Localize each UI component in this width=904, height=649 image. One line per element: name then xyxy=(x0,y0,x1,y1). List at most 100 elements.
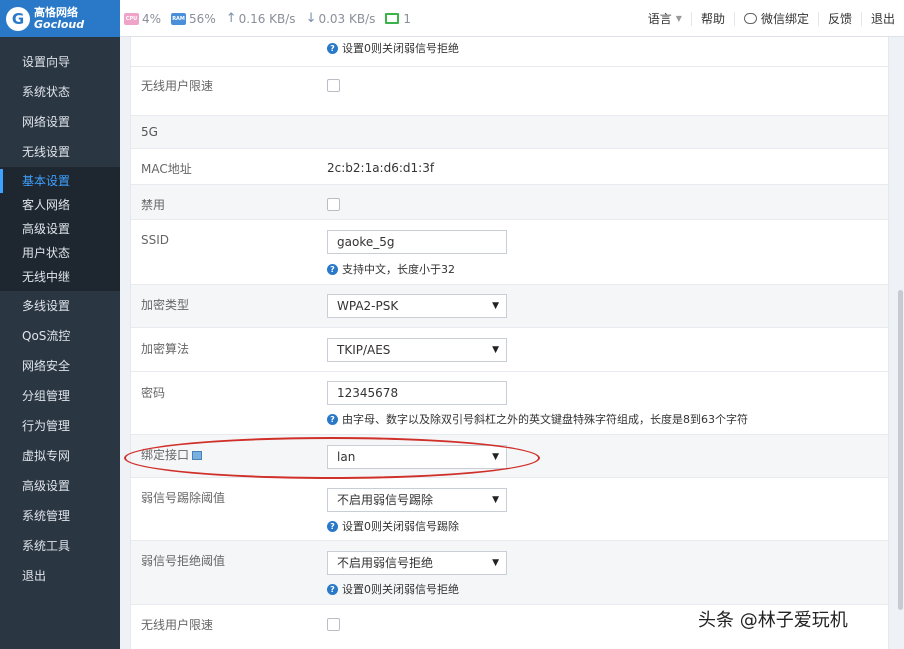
form-row-ssid: SSID gaoke_5g ? 支持中文，长度小于32 xyxy=(131,220,888,285)
upload-stat: ↑ 0.16 KB/s xyxy=(226,11,296,26)
encryption-type-label: 加密类型 xyxy=(141,298,190,312)
sidebar-item-network-security[interactable]: 网络安全 xyxy=(0,351,120,381)
help-icon: ? xyxy=(327,263,338,275)
wireless-submenu: 基本设置 客人网络 高级设置 用户状态 无线中继 xyxy=(0,167,120,291)
sidebar: 设置向导 系统状态 网络设置 无线设置 基本设置 客人网络 高级设置 用户状态 … xyxy=(0,37,120,649)
sidebar-subitem-advanced[interactable]: 高级设置 xyxy=(0,217,120,241)
help-icon: ? xyxy=(327,413,338,425)
ram-icon: RAM xyxy=(171,12,187,25)
cpu-icon: CPU xyxy=(124,12,139,25)
encryption-algorithm-select[interactable]: TKIP/AES ▼ xyxy=(327,338,507,362)
form-row-top-hint: ? 设置0则关闭弱信号拒绝 xyxy=(131,37,888,67)
disable-checkbox[interactable] xyxy=(327,198,340,211)
weak-signal-reject-label: 弱信号拒绝阈值 xyxy=(141,554,226,568)
disable-label: 禁用 xyxy=(141,198,166,212)
form-row-user-limit-1: 无线用户限速 xyxy=(131,67,888,116)
ram-value: 56% xyxy=(189,11,216,26)
chevron-down-icon: ▼ xyxy=(492,345,499,355)
chevron-down-icon: ▼ xyxy=(492,452,499,462)
help-icon: ? xyxy=(327,42,338,54)
mac-value: 2c:b2:1a:d6:d1:3f xyxy=(327,161,435,175)
sidebar-item-setup-wizard[interactable]: 设置向导 xyxy=(0,47,120,77)
cloud-logo-icon: G xyxy=(6,6,30,31)
sidebar-item-multi-wan[interactable]: 多线设置 xyxy=(0,291,120,321)
user-limit-checkbox[interactable] xyxy=(327,79,340,92)
sidebar-item-vpn[interactable]: 虚拟专网 xyxy=(0,441,120,471)
download-stat: ↓ 0.03 KB/s xyxy=(306,11,376,26)
sidebar-subitem-basic[interactable]: 基本设置 xyxy=(0,169,120,193)
weak-signal-kick-select[interactable]: 不启用弱信号踢除 ▼ xyxy=(327,488,507,512)
sidebar-item-system-tools[interactable]: 系统工具 xyxy=(0,531,120,561)
sidebar-subitem-user-status[interactable]: 用户状态 xyxy=(0,241,120,265)
system-stats: CPU 4% RAM 56% ↑ 0.16 KB/s ↓ 0.03 KB/s 1 xyxy=(124,0,421,37)
sidebar-subitem-guest[interactable]: 客人网络 xyxy=(0,193,120,217)
form-row-encryption-algorithm: 加密算法 TKIP/AES ▼ xyxy=(131,328,888,372)
encryption-algorithm-label: 加密算法 xyxy=(141,342,190,356)
watermark-text: 头条 @林子爱玩机 xyxy=(698,610,848,631)
ram-stat: RAM 56% xyxy=(171,12,216,26)
help-icon: ? xyxy=(327,520,338,532)
feedback-link[interactable]: 反馈 xyxy=(817,11,861,26)
help-icon: ? xyxy=(327,583,338,595)
cpu-stat: CPU 4% xyxy=(124,12,161,26)
language-menu[interactable]: 语言 ▼ xyxy=(639,12,691,26)
sidebar-subitem-repeater[interactable]: 无线中继 xyxy=(0,265,120,289)
brand-logo[interactable]: G 高恪网络 Gocloud xyxy=(0,0,120,37)
logout-link[interactable]: 退出 xyxy=(860,11,904,26)
form-row-weak-signal-reject: 弱信号拒绝阈值 不启用弱信号拒绝 ▼ ? 设置0则关闭弱信号拒绝 xyxy=(131,541,888,605)
sidebar-item-qos[interactable]: QoS流控 xyxy=(0,321,120,351)
monitor-icon xyxy=(385,13,400,24)
download-value: 0.03 KB/s xyxy=(318,11,376,26)
password-input[interactable]: 12345678 xyxy=(327,381,507,405)
help-link[interactable]: 帮助 xyxy=(690,11,734,26)
form-row-disable: 禁用 xyxy=(131,185,888,220)
bind-interface-select[interactable]: lan ▼ xyxy=(327,445,507,469)
section-5g-title: 5G xyxy=(141,125,158,139)
weak-signal-reject-select[interactable]: 不启用弱信号拒绝 ▼ xyxy=(327,551,507,575)
ssid-label: SSID xyxy=(141,233,170,247)
sidebar-item-system-management[interactable]: 系统管理 xyxy=(0,501,120,531)
sidebar-item-system-status[interactable]: 系统状态 xyxy=(0,77,120,107)
sidebar-item-advanced-settings[interactable]: 高级设置 xyxy=(0,471,120,501)
weak-signal-reject-hint: ? 设置0则关闭弱信号拒绝 xyxy=(327,581,459,597)
mac-label: MAC地址 xyxy=(141,162,192,176)
user-limit-label: 无线用户限速 xyxy=(141,79,214,93)
top-nav: 语言 ▼ 帮助 微信绑定 反馈 退出 xyxy=(639,0,904,37)
form-row-password: 密码 12345678 ? 由字母、数字以及除双引号斜杠之外的英文键盘特殊字符组… xyxy=(131,372,888,435)
main-content: ? 设置0则关闭弱信号拒绝 无线用户限速 5G MAC地址 2c:b2:1a:d… xyxy=(120,37,904,649)
password-hint: ? 由字母、数字以及除双引号斜杠之外的英文键盘特殊字符组成，长度是8到63个字符 xyxy=(327,411,748,427)
chevron-down-icon: ▼ xyxy=(492,301,499,311)
sidebar-item-group-management[interactable]: 分组管理 xyxy=(0,381,120,411)
chevron-down-icon: ▼ xyxy=(492,558,499,568)
upload-value: 0.16 KB/s xyxy=(238,11,296,26)
download-arrow-icon: ↓ xyxy=(305,11,317,26)
user-limit-checkbox-2[interactable] xyxy=(327,618,340,631)
upload-arrow-icon: ↑ xyxy=(225,11,237,26)
cpu-value: 4% xyxy=(142,11,162,26)
section-5g-header: 5G xyxy=(131,116,888,149)
ssid-hint: ? 支持中文，长度小于32 xyxy=(327,261,455,277)
devices-stat[interactable]: 1 xyxy=(385,12,411,26)
bind-interface-label: 绑定接口 xyxy=(141,446,203,463)
weak-signal-kick-hint: ? 设置0则关闭弱信号踢除 xyxy=(327,518,459,534)
sidebar-item-network-settings[interactable]: 网络设置 xyxy=(0,107,120,137)
scrollbar-thumb[interactable] xyxy=(898,290,903,610)
wechat-bind-link[interactable]: 微信绑定 xyxy=(733,11,818,26)
user-limit-label-2: 无线用户限速 xyxy=(141,618,214,632)
form-row-mac: MAC地址 2c:b2:1a:d6:d1:3f xyxy=(131,149,888,185)
devices-value: 1 xyxy=(403,11,412,26)
password-label: 密码 xyxy=(141,386,166,400)
ssid-input[interactable]: gaoke_5g xyxy=(327,230,507,254)
encryption-type-select[interactable]: WPA2-PSK ▼ xyxy=(327,294,507,318)
sidebar-item-wireless-settings[interactable]: 无线设置 xyxy=(0,137,120,167)
interface-info-icon[interactable] xyxy=(192,451,203,460)
brand-name-en: Gocloud xyxy=(34,17,85,31)
sidebar-item-logout[interactable]: 退出 xyxy=(0,561,120,591)
chevron-down-icon: ▼ xyxy=(675,13,682,23)
form-row-encryption-type: 加密类型 WPA2-PSK ▼ xyxy=(131,285,888,328)
wireless-form-panel: ? 设置0则关闭弱信号拒绝 无线用户限速 5G MAC地址 2c:b2:1a:d… xyxy=(130,37,889,649)
form-row-bind-interface: 绑定接口 lan ▼ xyxy=(131,435,888,478)
form-row-weak-signal-kick: 弱信号踢除阈值 不启用弱信号踢除 ▼ ? 设置0则关闭弱信号踢除 xyxy=(131,478,888,541)
sidebar-item-behavior-management[interactable]: 行为管理 xyxy=(0,411,120,441)
wechat-icon xyxy=(743,13,757,24)
